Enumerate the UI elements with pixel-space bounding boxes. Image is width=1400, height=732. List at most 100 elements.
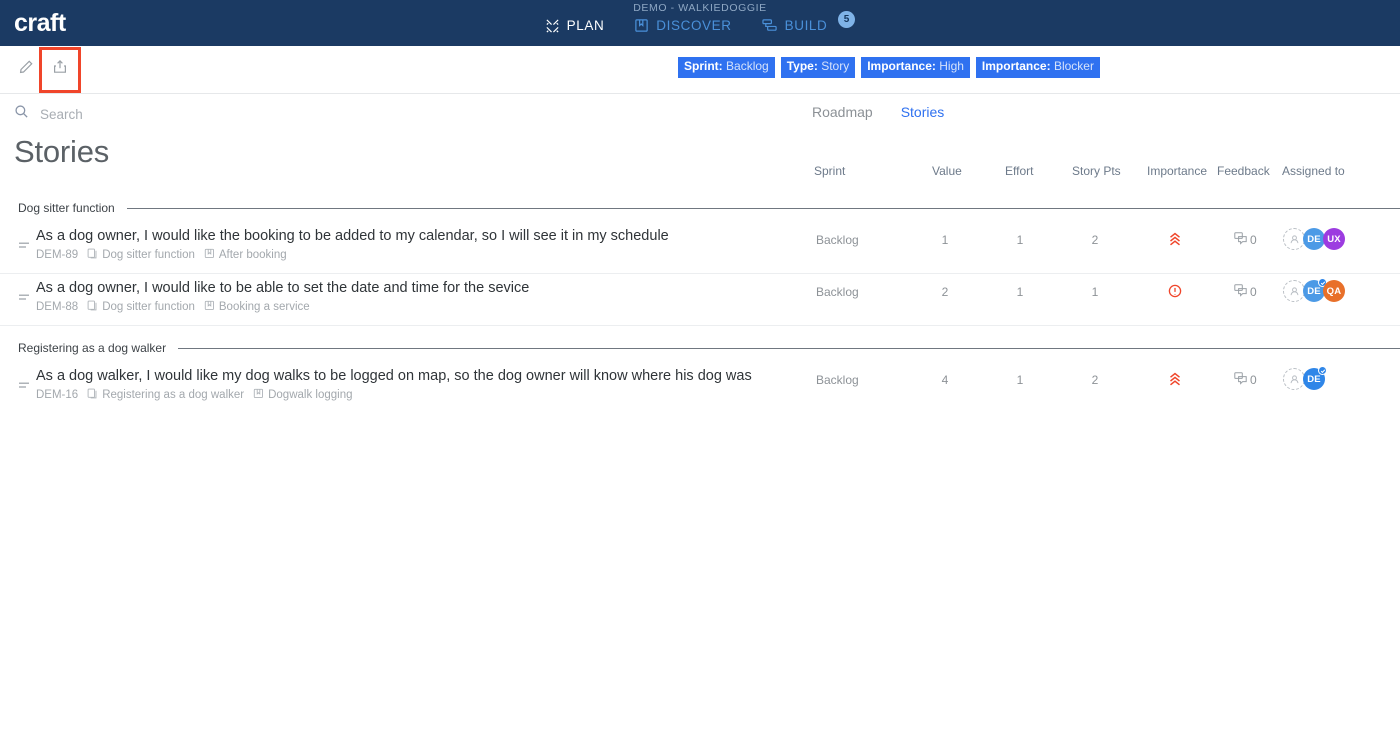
- filter-chip-type[interactable]: Type: Story: [781, 57, 855, 78]
- drag-handle-icon[interactable]: [18, 290, 31, 308]
- filter-chip-sprint-label: Sprint:: [684, 59, 723, 73]
- story-meta: DEM-89 Dog sitter function Afte: [36, 248, 287, 262]
- story-epic-label: Dog sitter function: [102, 301, 195, 313]
- cell-assignees: DE QA: [1283, 280, 1345, 302]
- page-header-row: Stories Sprint Value Effort Story Pts Im…: [0, 134, 1400, 186]
- avatar[interactable]: UX: [1323, 228, 1345, 250]
- table-row[interactable]: As a dog walker, I would like my dog wal…: [0, 362, 1400, 414]
- feature-icon: [204, 300, 215, 314]
- cell-value[interactable]: 2: [942, 285, 949, 299]
- story-list: Dog sitter function As a dog owner, I wo…: [0, 194, 1400, 414]
- tab-roadmap[interactable]: Roadmap: [812, 104, 873, 120]
- craft-logo[interactable]: craft: [14, 11, 66, 36]
- avatar[interactable]: DE: [1303, 280, 1325, 302]
- story-meta: DEM-16 Registering as a dog walker: [36, 388, 353, 402]
- cell-importance-high[interactable]: [1169, 372, 1182, 392]
- filter-chip-sprint-value: Backlog: [726, 59, 769, 73]
- cell-sprint[interactable]: Backlog: [816, 233, 859, 247]
- nav-center-group: DEMO - WALKIEDOGGIE PLAN: [0, 0, 1400, 46]
- add-assignee-avatar[interactable]: [1283, 368, 1305, 390]
- story-title[interactable]: As a dog walker, I would like my dog wal…: [36, 368, 752, 384]
- story-meta: DEM-88 Dog sitter function Book: [36, 300, 310, 314]
- nav-item-build[interactable]: BUILD 5: [762, 17, 856, 34]
- story-feature[interactable]: Dogwalk logging: [253, 388, 352, 402]
- avatar[interactable]: QA: [1323, 280, 1345, 302]
- cell-effort[interactable]: 1: [1017, 233, 1024, 247]
- cell-feedback[interactable]: 0: [1234, 372, 1257, 388]
- search-input[interactable]: [40, 107, 280, 122]
- story-epic[interactable]: Dog sitter function: [87, 248, 195, 262]
- story-epic-label: Dog sitter function: [102, 249, 195, 261]
- story-epic[interactable]: Dog sitter function: [87, 300, 195, 314]
- cell-story-pts[interactable]: 2: [1092, 233, 1099, 247]
- cell-effort[interactable]: 1: [1017, 285, 1024, 299]
- story-title[interactable]: As a dog owner, I would like to be able …: [36, 280, 529, 296]
- group-header: Dog sitter function: [0, 194, 1400, 222]
- story-feature[interactable]: After booking: [204, 248, 287, 262]
- nav-item-discover[interactable]: DISCOVER: [634, 18, 731, 33]
- cell-assignees: DE: [1283, 368, 1325, 390]
- share-export-button[interactable]: [42, 50, 78, 90]
- avatar[interactable]: DE: [1303, 368, 1325, 390]
- cell-story-pts[interactable]: 1: [1092, 285, 1099, 299]
- drag-handle-icon[interactable]: [18, 238, 31, 256]
- edit-button[interactable]: [10, 54, 42, 86]
- add-assignee-avatar[interactable]: [1283, 280, 1305, 302]
- toolbar-icon-group: [10, 50, 78, 90]
- filter-chip-sprint[interactable]: Sprint: Backlog: [678, 57, 775, 78]
- main-nav-items: PLAN DISCOVER: [545, 17, 856, 34]
- cell-effort[interactable]: 1: [1017, 373, 1024, 387]
- nav-item-plan[interactable]: PLAN: [545, 18, 605, 33]
- cell-sprint[interactable]: Backlog: [816, 373, 859, 387]
- epic-icon: [87, 388, 98, 402]
- filter-chip-importance-high[interactable]: Importance: High: [861, 57, 970, 78]
- cell-value[interactable]: 1: [942, 233, 949, 247]
- filter-chip-type-value: Story: [821, 59, 849, 73]
- story-epic-label: Registering as a dog walker: [102, 389, 244, 401]
- group-divider: [127, 208, 1400, 209]
- cell-story-pts[interactable]: 2: [1092, 373, 1099, 387]
- table-row[interactable]: As a dog owner, I would like to be able …: [0, 274, 1400, 326]
- feedback-count: 0: [1250, 285, 1257, 299]
- drag-handle-icon[interactable]: [18, 378, 31, 396]
- nav-item-plan-label: PLAN: [567, 18, 605, 33]
- filter-chip-importance-high-value: High: [939, 59, 964, 73]
- column-header-story-pts: Story Pts: [1072, 164, 1121, 178]
- importance-high-icon: [1169, 234, 1182, 251]
- group-header: Registering as a dog walker: [0, 334, 1400, 362]
- cell-sprint[interactable]: Backlog: [816, 285, 859, 299]
- story-title[interactable]: As a dog owner, I would like the booking…: [36, 228, 669, 244]
- feature-icon: [204, 248, 215, 262]
- filter-chip-importance-blocker-label: Importance:: [982, 59, 1051, 73]
- search-box[interactable]: [14, 104, 280, 124]
- pencil-icon: [18, 59, 34, 80]
- story-feature[interactable]: Booking a service: [204, 300, 310, 314]
- document-toolbar: Sprint: Backlog Type: Story Importance: …: [0, 46, 1400, 94]
- epic-icon: [87, 300, 98, 314]
- tab-stories[interactable]: Stories: [901, 104, 945, 120]
- group-divider: [178, 348, 1400, 349]
- feature-icon: [253, 388, 264, 402]
- cell-importance-high[interactable]: [1169, 232, 1182, 252]
- cell-value[interactable]: 4: [942, 373, 949, 387]
- column-header-assigned-to: Assigned to: [1282, 164, 1345, 178]
- table-row[interactable]: As a dog owner, I would like the booking…: [0, 222, 1400, 274]
- cell-feedback[interactable]: 0: [1234, 232, 1257, 248]
- view-tabs: Roadmap Stories: [812, 104, 944, 120]
- filter-chip-importance-blocker-value: Blocker: [1054, 59, 1094, 73]
- add-assignee-avatar[interactable]: [1283, 228, 1305, 250]
- column-header-feedback: Feedback: [1217, 164, 1270, 178]
- nav-item-build-label: BUILD: [785, 18, 828, 33]
- story-epic[interactable]: Registering as a dog walker: [87, 388, 244, 402]
- avatar[interactable]: DE: [1303, 228, 1325, 250]
- filter-chip-importance-blocker[interactable]: Importance: Blocker: [976, 57, 1100, 78]
- group-label: Dog sitter function: [18, 201, 115, 215]
- importance-high-icon: [1169, 374, 1182, 391]
- nav-item-discover-label: DISCOVER: [656, 18, 731, 33]
- feedback-count: 0: [1250, 233, 1257, 247]
- filter-chip-importance-high-label: Importance:: [867, 59, 936, 73]
- cell-feedback[interactable]: 0: [1234, 284, 1257, 300]
- cell-assignees: DE UX: [1283, 228, 1345, 250]
- avatar-verified-badge-icon: [1318, 366, 1327, 375]
- cell-importance-blocker[interactable]: [1168, 284, 1182, 303]
